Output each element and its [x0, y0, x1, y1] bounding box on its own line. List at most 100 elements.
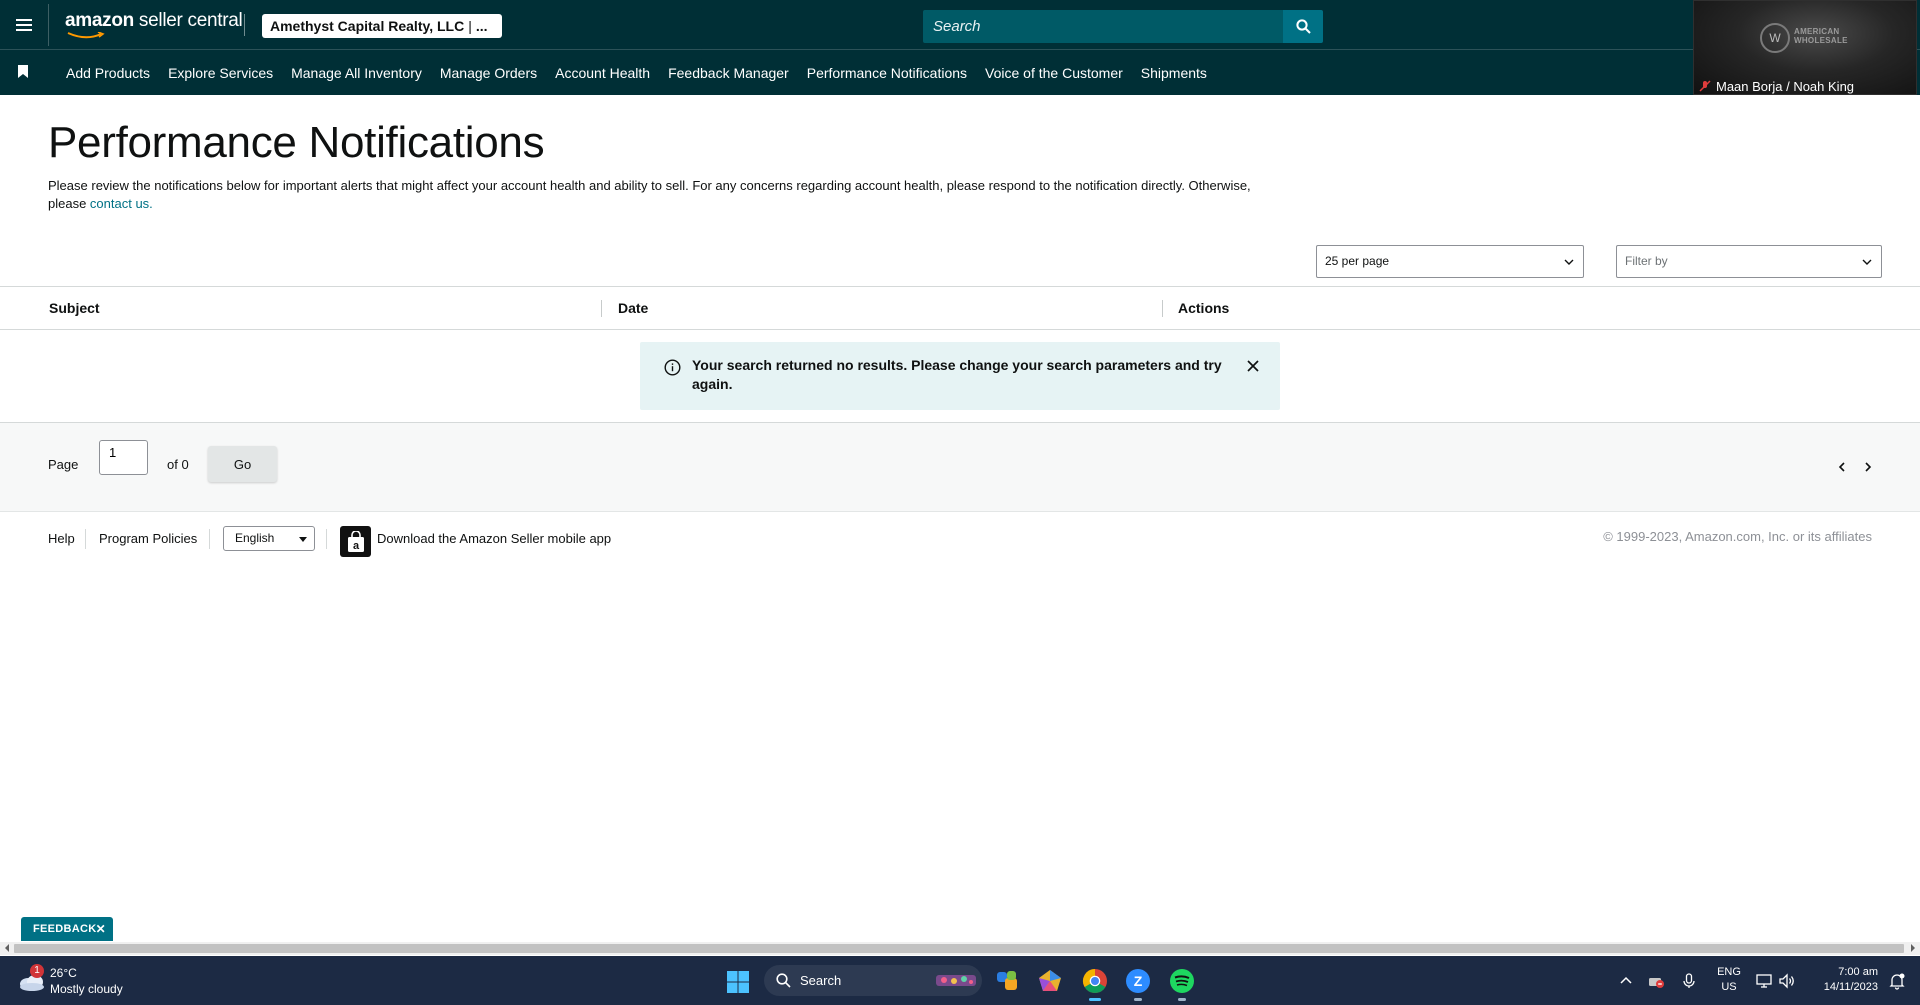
feedback-button[interactable]: FEEDBACK ✕	[21, 917, 113, 941]
taskbar-search-label: Search	[800, 973, 842, 988]
weather-alert-badge: 1	[30, 964, 44, 978]
header-divider	[48, 4, 49, 46]
filter-by-placeholder: Filter by	[1625, 254, 1668, 268]
per-page-value: 25 per page	[1325, 254, 1390, 268]
no-results-message: Your search returned no results. Please …	[692, 357, 1222, 392]
page-number-input[interactable]	[99, 440, 148, 475]
logo-text-amazon: amazon	[65, 10, 134, 31]
column-separator	[601, 300, 602, 317]
go-button[interactable]: Go	[208, 446, 277, 482]
weather-widget[interactable]: 1 26°C Mostly cloudy	[18, 964, 158, 998]
account-divider	[244, 14, 245, 36]
language-select[interactable]: English	[223, 526, 315, 551]
notification-bell-icon[interactable]	[1888, 972, 1906, 990]
scrollbar-thumb[interactable]	[14, 944, 1904, 953]
chevron-down-icon	[1862, 259, 1872, 265]
scroll-right-arrow-icon[interactable]	[1909, 943, 1917, 953]
search-icon	[776, 973, 791, 988]
close-icon[interactable]	[1246, 359, 1260, 373]
chevron-down-icon	[299, 537, 307, 542]
taskbar-app-pentagon[interactable]	[1036, 967, 1064, 995]
mic-muted-icon	[1699, 80, 1711, 92]
page-description: Please review the notifications below fo…	[48, 177, 1278, 213]
navigation-bar: Add Products Explore Services Manage All…	[0, 50, 1920, 95]
chevron-up-icon[interactable]	[1617, 972, 1635, 990]
nav-item-shipments[interactable]: Shipments	[1141, 65, 1207, 81]
hamburger-icon	[16, 19, 32, 31]
download-app-link[interactable]: Download the Amazon Seller mobile app	[377, 531, 611, 546]
filter-by-select[interactable]: Filter by	[1616, 245, 1882, 278]
windows-taskbar: 1 26°C Mostly cloudy Search Z ENG US 7:00…	[0, 956, 1920, 1005]
logo-text-seller-central: seller central	[133, 10, 243, 31]
nav-item-manage-all-inventory[interactable]: Manage All Inventory	[291, 65, 422, 81]
horizontal-scrollbar[interactable]	[0, 942, 1920, 955]
search-icon	[1295, 19, 1311, 34]
network-display-icon[interactable]	[1755, 972, 1773, 990]
feedback-label: FEEDBACK	[33, 923, 97, 935]
no-results-alert: Your search returned no results. Please …	[640, 342, 1280, 410]
pagination-bar: Page of 0 Go	[0, 423, 1920, 512]
running-app-indicator	[1134, 998, 1142, 1001]
account-more: ...	[475, 18, 488, 34]
chevron-right-icon[interactable]	[1862, 461, 1874, 473]
windows-start-icon[interactable]	[726, 970, 750, 994]
taskbar-app-zoom[interactable]: Z	[1124, 967, 1152, 1001]
running-app-indicator	[1178, 998, 1186, 1001]
svg-text:a: a	[352, 540, 359, 552]
language-value: English	[235, 531, 275, 545]
nav-items: Add Products Explore Services Manage All…	[57, 50, 1216, 95]
amazon-app-icon[interactable]: a	[340, 526, 371, 557]
active-app-indicator	[1089, 998, 1101, 1001]
taskbar-search[interactable]: Search	[764, 965, 982, 996]
column-header-subject[interactable]: Subject	[49, 300, 100, 316]
clock-time: 7:00 am	[1838, 966, 1878, 978]
hamburger-menu-button[interactable]	[8, 10, 40, 40]
input-language-indicator[interactable]: ENG US	[1716, 965, 1742, 995]
nav-item-add-products[interactable]: Add Products	[66, 65, 150, 81]
seller-central-logo[interactable]: amazon seller central	[65, 10, 243, 39]
chevron-down-icon	[1564, 259, 1574, 265]
nav-item-voice-of-the-customer[interactable]: Voice of the Customer	[985, 65, 1123, 81]
nav-item-performance-notifications[interactable]: Performance Notifications	[807, 65, 967, 81]
brand-line-1: AMERICAN	[1794, 27, 1840, 36]
weather-condition: Mostly cloudy	[50, 982, 123, 996]
contact-us-link[interactable]: contact us.	[90, 196, 153, 211]
taskbar-app-spotify[interactable]	[1168, 967, 1196, 1001]
security-status-icon[interactable]	[1647, 972, 1665, 990]
page-label: Page	[48, 457, 79, 472]
page-title: Performance Notifications	[48, 118, 545, 167]
video-call-tile[interactable]: W AMERICAN WHOLESALE Maan Borja / Noah Ki…	[1693, 0, 1917, 95]
program-policies-link[interactable]: Program Policies	[99, 531, 197, 546]
system-clock[interactable]: 7:00 am 14/11/2023	[1804, 965, 1878, 995]
bookmark-icon[interactable]	[18, 65, 28, 78]
notifications-table-body: Your search returned no results. Please …	[0, 330, 1920, 423]
account-switcher[interactable]: Amethyst Capital Realty, LLC |...	[262, 14, 502, 38]
chevron-left-icon[interactable]	[1836, 461, 1848, 473]
global-search-input[interactable]	[923, 10, 1283, 43]
help-link[interactable]: Help	[48, 531, 75, 546]
column-header-actions[interactable]: Actions	[1178, 300, 1229, 316]
search-highlight-art-icon	[936, 975, 976, 986]
footer-separator	[326, 529, 327, 549]
nav-item-manage-orders[interactable]: Manage Orders	[440, 65, 537, 81]
column-separator	[1162, 300, 1163, 317]
nav-item-feedback-manager[interactable]: Feedback Manager	[668, 65, 789, 81]
lang-code: ENG	[1717, 966, 1741, 978]
taskbar-app-copilot[interactable]	[994, 967, 1022, 995]
account-name: Amethyst Capital Realty, LLC	[270, 18, 465, 34]
nav-item-account-health[interactable]: Account Health	[555, 65, 650, 81]
taskbar-app-chrome[interactable]	[1081, 967, 1109, 1001]
global-search-button[interactable]	[1283, 10, 1323, 43]
column-header-date[interactable]: Date	[618, 300, 648, 316]
info-icon	[664, 359, 681, 376]
volume-icon[interactable]	[1778, 972, 1796, 990]
top-header: amazon seller central Amethyst Capital R…	[0, 0, 1920, 50]
feedback-close-icon[interactable]: ✕	[96, 917, 106, 941]
svg-text:Z: Z	[1134, 973, 1143, 989]
pentagon-app-icon	[1039, 970, 1061, 991]
scroll-left-arrow-icon[interactable]	[3, 943, 11, 953]
per-page-select[interactable]: 25 per page	[1316, 245, 1584, 278]
nav-item-explore-services[interactable]: Explore Services	[168, 65, 273, 81]
microphone-icon[interactable]	[1680, 972, 1698, 990]
region-code: US	[1721, 981, 1737, 993]
